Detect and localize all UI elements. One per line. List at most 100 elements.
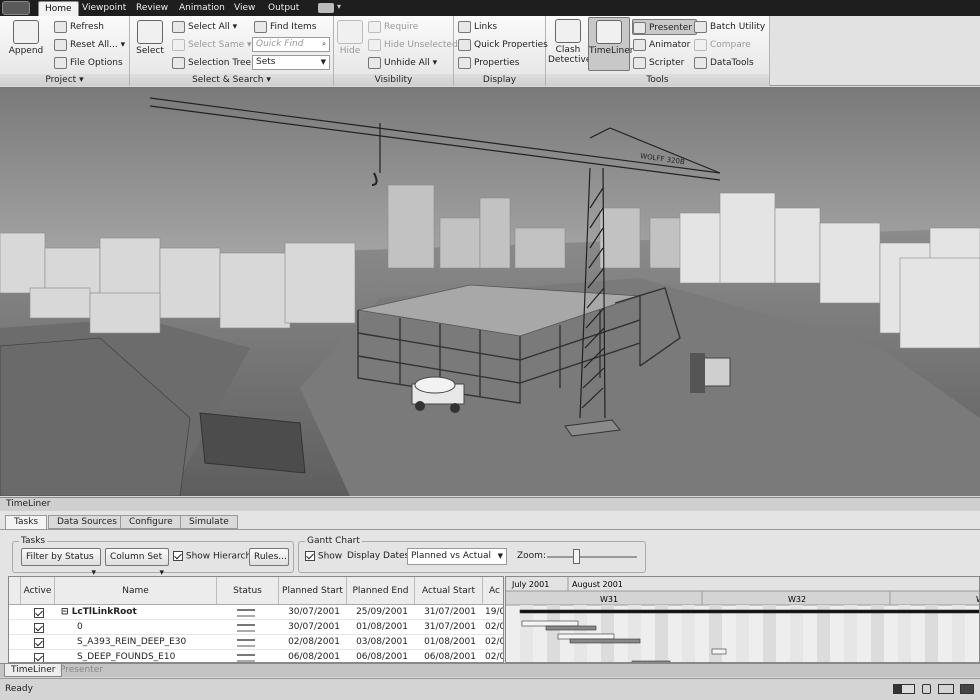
tab-viewpoint[interactable]: Viewpoint: [76, 1, 132, 16]
memory-icon: [938, 684, 954, 694]
require-button[interactable]: Require: [368, 19, 418, 35]
gantt-bar[interactable]: [521, 620, 579, 627]
reset-all-button[interactable]: Reset All... ▾: [54, 37, 125, 53]
gantt-chart[interactable]: July 2001 August 2001 W31 W32 W: [505, 576, 980, 663]
tab-output[interactable]: Output: [262, 1, 305, 16]
show-gantt-checkbox[interactable]: Show: [305, 551, 342, 562]
active-checkbox[interactable]: [34, 623, 44, 633]
tab-animation[interactable]: Animation: [173, 1, 231, 16]
cell-text: 19/09: [485, 607, 503, 617]
column-header-active[interactable]: Active: [21, 577, 55, 605]
gantt-bar[interactable]: [711, 648, 727, 655]
site-cabin: [199, 412, 306, 474]
active-checkbox[interactable]: [34, 653, 44, 662]
reset-icon: [54, 38, 67, 51]
column-set-dropdown[interactable]: Column Set ▾: [105, 548, 169, 578]
table-row[interactable]: S_A393_REIN_DEEP_E30 02/08/2001 03/08/2001…: [9, 636, 503, 650]
gantt-bar[interactable]: [519, 609, 980, 614]
refresh-icon: [54, 20, 67, 33]
column-header-actual-end[interactable]: Ac: [483, 577, 503, 605]
chevron-down-icon[interactable]: ▾: [337, 2, 341, 11]
3d-viewport[interactable]: WOLFF 320B: [0, 87, 980, 497]
active-checkbox[interactable]: [34, 608, 44, 618]
cell-text: 02/08: [485, 652, 503, 662]
display-dates-dropdown[interactable]: Planned vs Actual ▼: [407, 548, 507, 565]
scripter-button[interactable]: Scripter: [633, 55, 684, 71]
cell-ps: 30/07/2001: [281, 606, 347, 620]
cell-as: 31/07/2001: [417, 621, 483, 635]
tab-review[interactable]: Review: [130, 1, 174, 16]
column-header-name[interactable]: Name: [55, 577, 217, 605]
properties-button[interactable]: Properties: [458, 55, 519, 71]
table-row[interactable]: ⊟ LcTlLinkRoot 30/07/2001 25/09/2001 31/07/…: [9, 606, 503, 620]
select-all-button[interactable]: Select All ▾: [172, 19, 237, 35]
links-button[interactable]: Links: [458, 19, 497, 35]
zoom-slider-handle[interactable]: [573, 549, 580, 564]
batch-utility-icon: [694, 20, 707, 33]
append-button[interactable]: Append: [6, 20, 46, 56]
select-same-button[interactable]: Select Same ▾: [172, 37, 252, 53]
panel-title-select-search[interactable]: Select & Search ▾: [130, 74, 333, 86]
panel-title-project[interactable]: Project ▾: [0, 74, 129, 86]
table-row[interactable]: 0 30/07/2001 01/08/2001 31/07/2001 02/08: [9, 621, 503, 635]
application-menu-button[interactable]: [2, 1, 30, 15]
status-icon: [237, 624, 255, 632]
clash-detective-button[interactable]: Clash Detective: [548, 19, 591, 65]
selection-tree-button[interactable]: Selection Tree: [172, 55, 251, 71]
column-header-status[interactable]: Status: [217, 577, 279, 605]
show-hierarchy-checkbox[interactable]: Show Hierarchy: [173, 551, 257, 562]
find-items-button[interactable]: Find Items: [254, 19, 316, 35]
gantt-bar[interactable]: [545, 625, 597, 631]
timeliner-button[interactable]: TimeLiner: [588, 17, 633, 71]
animator-button[interactable]: Animator: [633, 37, 690, 53]
file-options-button[interactable]: File Options: [54, 55, 123, 71]
select-button[interactable]: Select: [134, 20, 166, 56]
cell-name: S_A393_REIN_DEEP_E30: [59, 636, 215, 650]
gantt-bar[interactable]: [557, 633, 615, 640]
unhide-all-button[interactable]: Unhide All ▾: [368, 55, 437, 71]
chevron-down-icon: ▼: [497, 552, 503, 560]
tab-view[interactable]: View: [228, 1, 261, 16]
cell-text: 02/08: [485, 622, 503, 632]
zoom-slider-track[interactable]: [547, 556, 637, 558]
tree-collapse-icon[interactable]: ⊟: [61, 607, 72, 617]
hide-unselected-icon: [368, 38, 381, 51]
column-header-planned-start[interactable]: Planned Start: [279, 577, 347, 605]
gantt-day-column: [682, 605, 695, 662]
table-row[interactable]: S_DEEP_FOUNDS_E10 06/08/2001 06/08/2001 06/…: [9, 651, 503, 662]
quick-properties-button[interactable]: Quick Properties: [458, 37, 548, 53]
gantt-day-column: [520, 605, 533, 662]
refresh-button[interactable]: Refresh: [54, 19, 104, 35]
cell-pe: 03/08/2001: [349, 636, 415, 650]
tab-simulate[interactable]: Simulate: [180, 515, 238, 529]
datatools-button[interactable]: DataTools: [694, 55, 754, 71]
quick-find-input[interactable]: Quick Find ⌕: [252, 37, 330, 52]
column-header-planned-end[interactable]: Planned End: [347, 577, 415, 605]
search-icon[interactable]: ⌕: [322, 38, 326, 51]
tab-home[interactable]: Home: [38, 1, 79, 16]
compare-button[interactable]: Compare: [694, 37, 751, 53]
column-header-actual-start[interactable]: Actual Start: [415, 577, 483, 605]
hide-unselected-button[interactable]: Hide Unselected: [368, 37, 458, 53]
progress-indicator-icon: [893, 684, 915, 694]
bottom-tab-presenter[interactable]: Presenter: [54, 664, 109, 677]
active-checkbox[interactable]: [34, 638, 44, 648]
select-all-icon: [172, 20, 185, 33]
filter-by-status-dropdown[interactable]: Filter by Status ▾: [21, 548, 101, 578]
tab-configure[interactable]: Configure: [120, 515, 182, 529]
presenter-button[interactable]: Presenter: [632, 19, 698, 35]
batch-utility-button[interactable]: Batch Utility: [694, 19, 765, 35]
gantt-bar[interactable]: [569, 638, 641, 644]
tab-data-sources[interactable]: Data Sources: [48, 515, 126, 529]
panel-tools: Clash Detective TimeLiner Presenter Anim…: [546, 16, 770, 86]
hide-button[interactable]: Hide: [337, 20, 363, 56]
cell-ae: 02/08: [485, 651, 503, 662]
rules-button[interactable]: Rules...: [249, 548, 289, 566]
tab-tasks[interactable]: Tasks: [5, 515, 48, 530]
ribbon-options-icon[interactable]: [318, 3, 334, 13]
gantt-day-column: [790, 605, 803, 662]
status-bar: Ready: [0, 678, 980, 700]
compare-icon: [694, 38, 707, 51]
status-icon: [237, 609, 255, 617]
sets-dropdown[interactable]: Sets ▼: [252, 55, 330, 70]
